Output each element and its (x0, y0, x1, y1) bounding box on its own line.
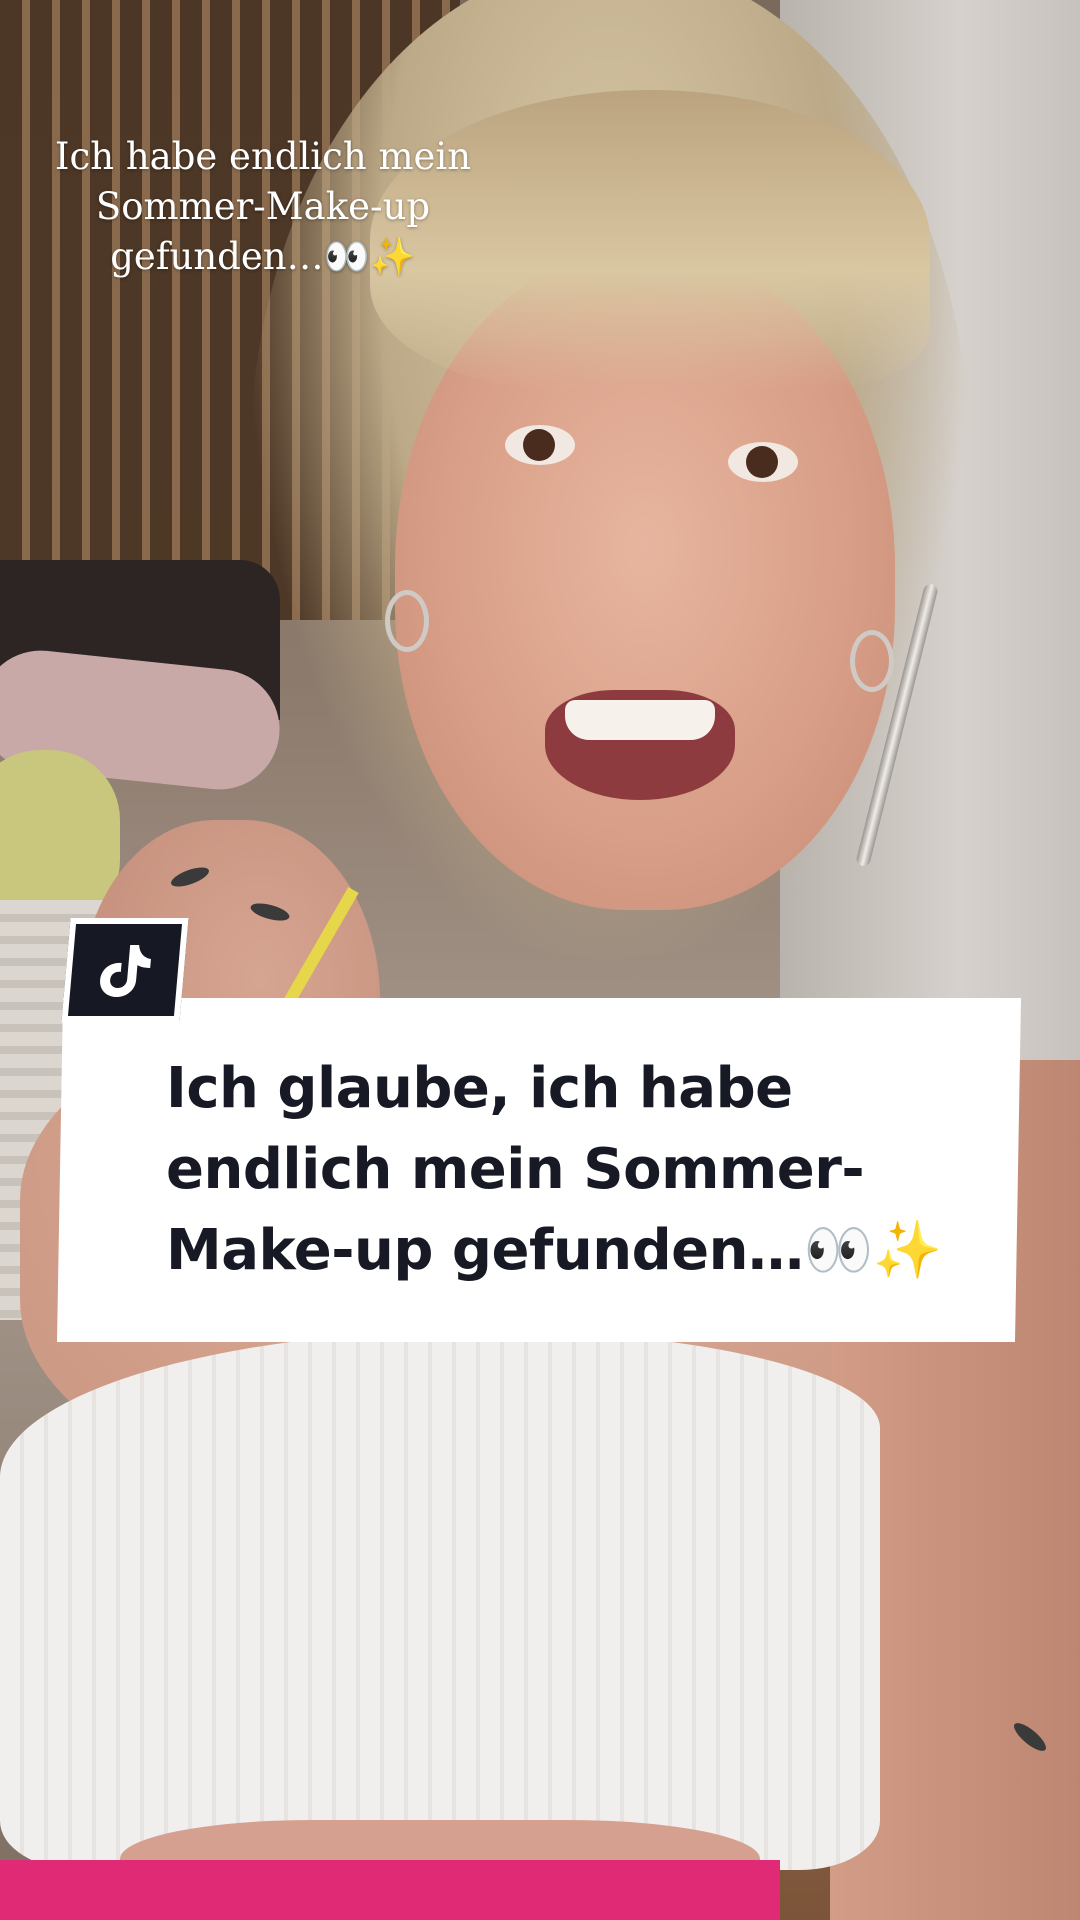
left-eye (505, 425, 575, 465)
tiktok-logo-badge (61, 918, 189, 1022)
right-eye (728, 442, 798, 482)
white-crop-top (0, 1330, 880, 1870)
pink-pants (0, 1860, 780, 1920)
right-earring (850, 630, 894, 692)
tiktok-logo-icon (100, 945, 151, 997)
video-frame[interactable]: Ich habe endlich mein Sommer-Make-up gef… (0, 0, 1080, 1920)
left-earring (385, 590, 429, 652)
main-caption: Ich glaube, ich habe endlich mein Sommer… (166, 1056, 942, 1283)
teeth (565, 700, 715, 740)
top-caption: Ich habe endlich mein Sommer-Make-up gef… (54, 135, 472, 278)
